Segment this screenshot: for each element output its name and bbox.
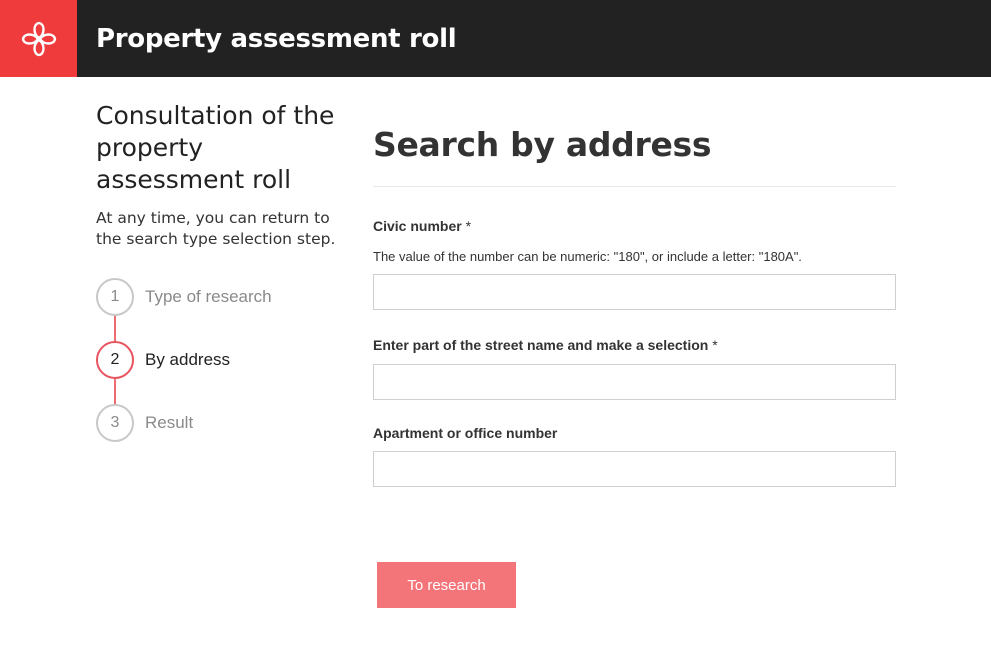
sidebar-help-text: At any time, you can return to the searc… [96, 209, 336, 248]
apartment-field: Apartment or office number [373, 425, 896, 487]
apartment-label-text: Apartment or office number [373, 425, 558, 441]
step-label: Result [145, 413, 194, 432]
to-research-button[interactable]: To research [377, 562, 516, 608]
step-label: By address [145, 350, 231, 369]
step-number: 3 [96, 404, 134, 442]
step-type-of-research[interactable]: 1 Type of research [96, 277, 272, 317]
sidebar-title: Consultation of the property assessment … [96, 101, 335, 194]
civic-number-label-text: Civic number [373, 218, 462, 234]
logo[interactable] [0, 0, 77, 77]
step-number: 1 [96, 278, 134, 316]
civic-number-field: Civic number * The value of the number c… [373, 218, 896, 310]
step-number: 2 [96, 341, 134, 379]
step-progress: 1 Type of research 2 By address 3 Result [96, 277, 351, 442]
step-result: 3 Result [96, 403, 193, 443]
sidebar: Consultation of the property assessment … [96, 100, 351, 250]
civic-number-input[interactable] [373, 274, 896, 310]
title-divider [373, 186, 896, 187]
page-title: Search by address [373, 125, 712, 164]
step-label: Type of research [145, 287, 272, 306]
step-connector [114, 315, 116, 343]
step-by-address: 2 By address [96, 340, 230, 380]
app-title: Property assessment roll [96, 24, 457, 54]
street-name-label-text: Enter part of the street name and make a… [373, 337, 709, 353]
montreal-rosette-icon [21, 21, 56, 56]
civic-number-label: Civic number * [373, 218, 471, 234]
apartment-input[interactable] [373, 451, 896, 487]
required-marker: * [465, 218, 472, 234]
required-marker: * [712, 337, 718, 353]
step-connector [114, 378, 116, 406]
street-name-input[interactable] [373, 364, 896, 400]
street-name-label: Enter part of the street name and make a… [373, 337, 718, 353]
main-content: Search by address [373, 120, 896, 187]
street-name-field: Enter part of the street name and make a… [373, 337, 896, 400]
top-header-bar: Property assessment roll [0, 0, 991, 77]
apartment-label: Apartment or office number [373, 425, 557, 441]
civic-number-help: The value of the number can be numeric: … [373, 249, 802, 264]
